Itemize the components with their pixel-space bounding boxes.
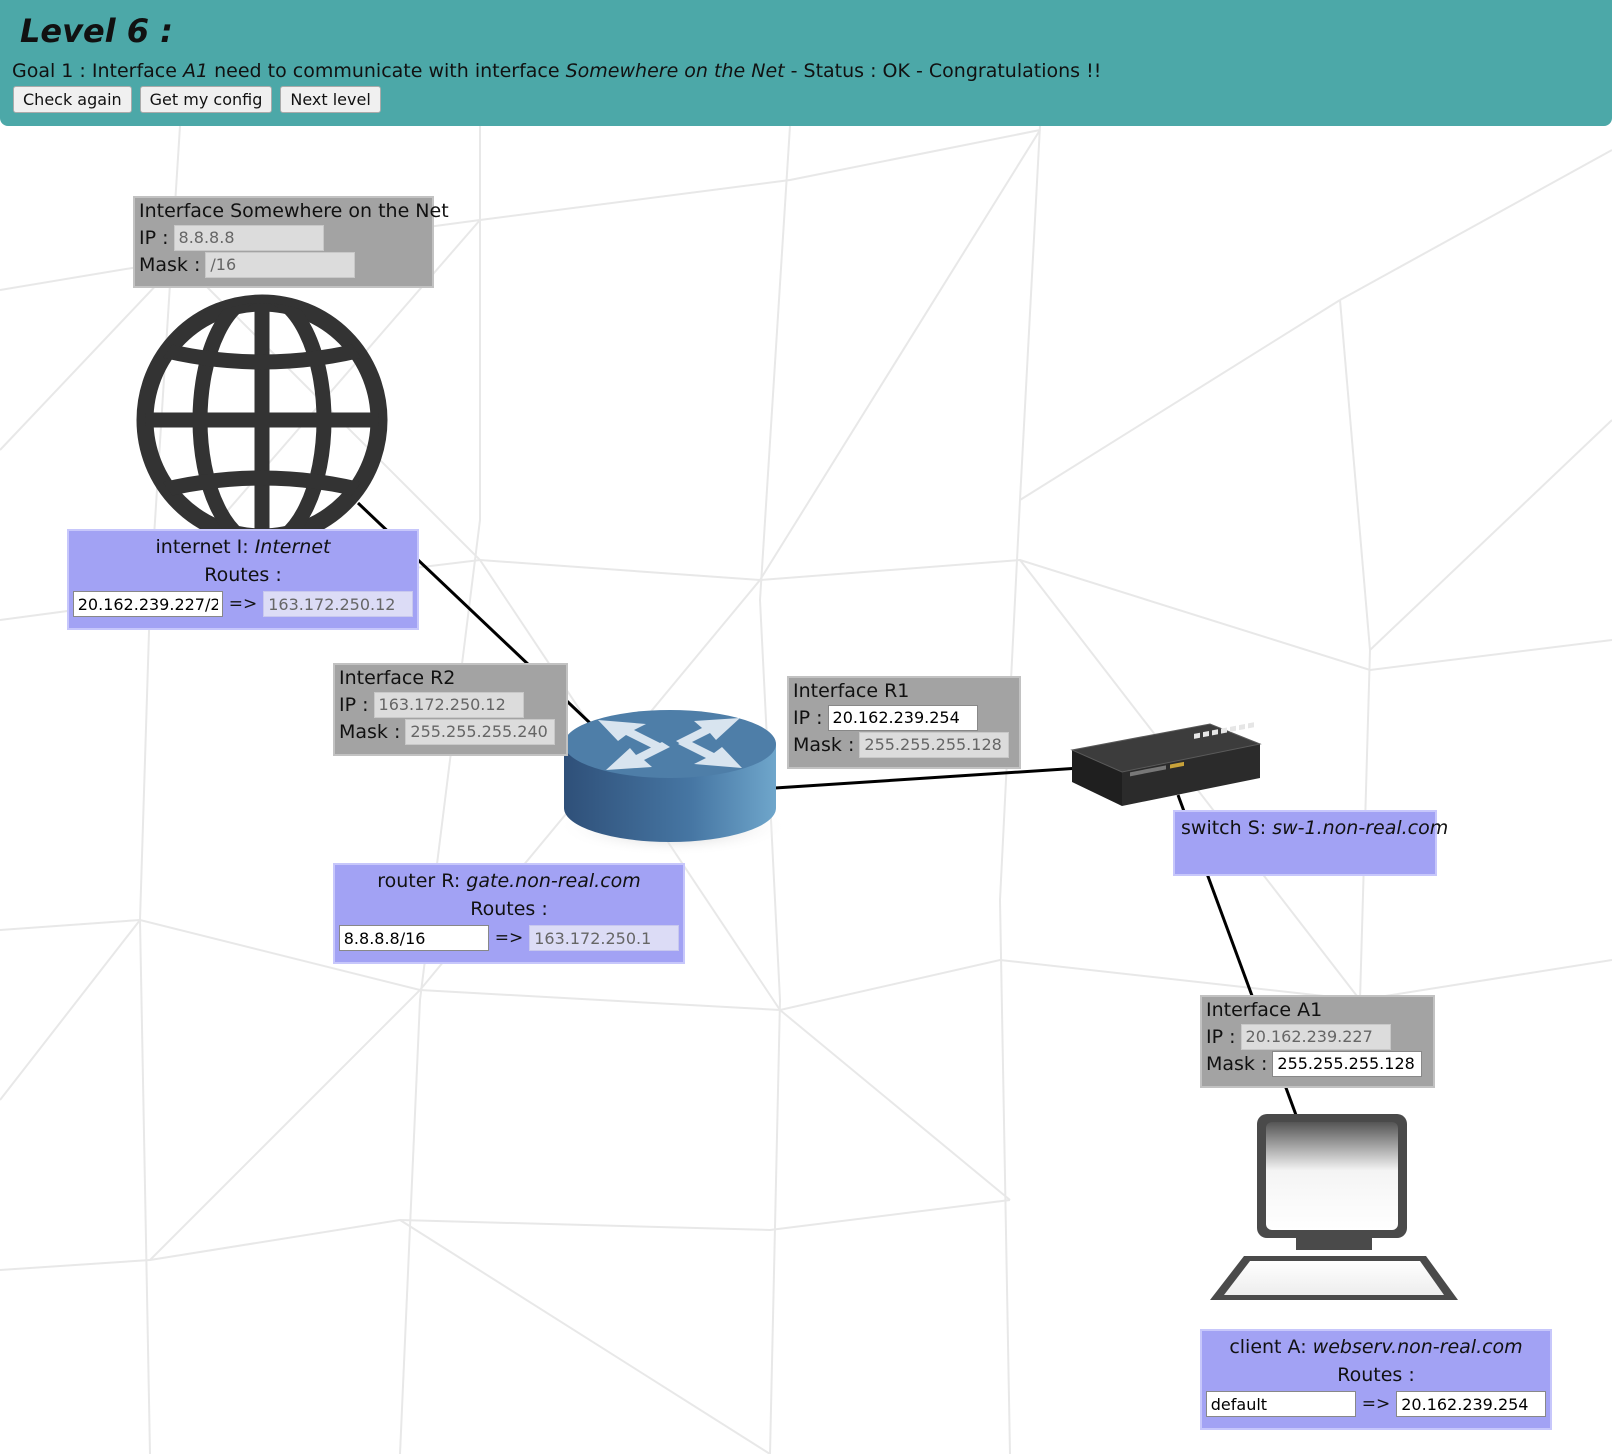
switch-node-panel: switch S: sw-1.non-real.com: [1173, 810, 1449, 876]
ip-label: IP :: [339, 693, 369, 716]
check-again-button[interactable]: Check again: [13, 86, 132, 113]
route-arrow: =>: [1361, 1394, 1391, 1414]
interface-net-mask-field[interactable]: [205, 251, 356, 278]
interface-r2-panel: Interface R2 IP : Mask :: [333, 663, 568, 756]
interface-r1-panel: Interface R1 IP : Mask :: [787, 676, 1021, 769]
ip-label: IP :: [1206, 1025, 1236, 1048]
interface-r1-ip-input[interactable]: [827, 704, 978, 731]
get-config-button[interactable]: Get my config: [139, 86, 273, 113]
interface-a1-ip-field[interactable]: [1240, 1023, 1391, 1050]
link-router-switch: [774, 766, 1081, 790]
interface-r2-ip-field[interactable]: [373, 691, 524, 718]
routes-label: Routes :: [470, 898, 548, 920]
level-header: Level 6 : Goal 1 : Interface A1 need to …: [0, 0, 1612, 126]
network-switch-icon[interactable]: [1070, 722, 1262, 808]
goal-status: Goal 1 : Interface A1 need to communicat…: [12, 60, 1102, 82]
interface-net-panel: Interface Somewhere on the Net IP : Mask…: [133, 196, 449, 288]
computer-icon[interactable]: [1206, 1110, 1464, 1304]
route-row: =>: [72, 589, 414, 619]
switch-node-title: switch S: sw-1.non-real.com: [1181, 817, 1449, 839]
mask-label: Mask :: [1206, 1052, 1268, 1075]
router-route-destination-input[interactable]: [338, 925, 489, 951]
routes-label: Routes :: [1337, 1364, 1415, 1386]
client-node-panel: client A: webserv.non-real.com Routes : …: [1200, 1329, 1552, 1430]
internet-node-panel: internet I: Internet Routes : =>: [67, 529, 419, 630]
ip-label: IP :: [793, 706, 823, 729]
client-route-destination-input[interactable]: [1205, 1391, 1356, 1417]
route-row: =>: [1205, 1389, 1547, 1419]
router-node-panel: router R: gate.non-real.com Routes : =>: [333, 863, 685, 964]
interface-r2-title: Interface R2: [339, 667, 456, 689]
interface-r1-title: Interface R1: [793, 680, 910, 702]
route-row: =>: [338, 923, 680, 953]
client-route-gateway-input[interactable]: [1396, 1391, 1547, 1417]
interface-net-ip-field[interactable]: [173, 224, 324, 251]
interface-a1-mask-input[interactable]: [1272, 1050, 1423, 1077]
level-title: Level 6 :: [20, 12, 173, 50]
mask-label: Mask :: [793, 733, 855, 756]
internet-node-title: internet I: Internet: [155, 536, 331, 558]
route-arrow: =>: [228, 594, 258, 614]
router-route-gateway-field[interactable]: [529, 925, 680, 951]
route-arrow: =>: [494, 928, 524, 948]
routes-label: Routes :: [204, 564, 282, 586]
header-buttons: Check again Get my config Next level: [13, 86, 381, 113]
mask-label: Mask :: [139, 253, 201, 276]
internet-route-destination-input[interactable]: [72, 591, 223, 617]
interface-net-title: Interface Somewhere on the Net: [139, 200, 449, 222]
interface-a1-title: Interface A1: [1206, 999, 1323, 1021]
client-node-title: client A: webserv.non-real.com: [1229, 1336, 1523, 1358]
internet-route-gateway-field[interactable]: [263, 591, 414, 617]
mask-label: Mask :: [339, 720, 401, 743]
router-node-title: router R: gate.non-real.com: [377, 870, 641, 892]
interface-r2-mask-field[interactable]: [405, 718, 556, 745]
next-level-button[interactable]: Next level: [280, 86, 381, 113]
globe-icon[interactable]: [131, 289, 393, 551]
interface-a1-panel: Interface A1 IP : Mask :: [1200, 995, 1435, 1088]
interface-r1-mask-field[interactable]: [859, 731, 1010, 758]
router-icon[interactable]: [558, 700, 788, 860]
ip-label: IP :: [139, 226, 169, 249]
